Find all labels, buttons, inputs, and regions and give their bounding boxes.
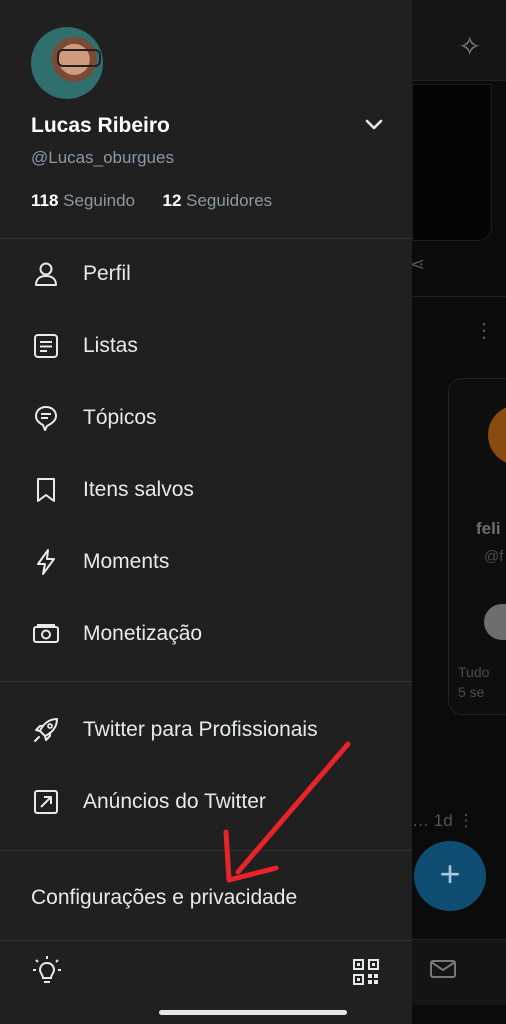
divider bbox=[412, 296, 506, 297]
suggested-handle: @f bbox=[484, 548, 504, 565]
menu-item-label: Perfil bbox=[83, 262, 131, 285]
menu-item-label: Itens salvos bbox=[83, 478, 194, 501]
lightbulb-icon[interactable] bbox=[32, 955, 62, 987]
share-icon: ⋖ bbox=[412, 254, 426, 274]
topics-icon bbox=[35, 406, 57, 431]
menu-item-label: Twitter para Profissionais bbox=[83, 718, 318, 741]
followers-link[interactable]: 12 Seguidores bbox=[162, 191, 272, 210]
menu-item-moments[interactable]: Moments bbox=[0, 534, 412, 590]
menu-item-label: Tópicos bbox=[83, 406, 157, 429]
settings-privacy-link[interactable]: Configurações e privacidade bbox=[31, 886, 297, 910]
menu-item-monetizacao[interactable]: Monetização bbox=[0, 606, 412, 662]
divider bbox=[0, 238, 412, 239]
qr-code-icon[interactable] bbox=[352, 958, 380, 986]
meta-line-1: Tudo bbox=[458, 664, 490, 680]
following-link[interactable]: 118 Seguindo bbox=[31, 191, 135, 210]
bottom-nav bbox=[412, 939, 506, 1005]
followers-count: 12 bbox=[162, 191, 182, 210]
menu-item-anuncios[interactable]: Anúncios do Twitter bbox=[0, 774, 412, 830]
following-count: 118 bbox=[31, 191, 59, 210]
divider bbox=[0, 940, 412, 941]
menu-item-label: Listas bbox=[83, 334, 138, 357]
lightning-icon bbox=[37, 549, 55, 575]
mail-icon bbox=[430, 960, 456, 978]
money-icon bbox=[33, 624, 59, 643]
suggested-meta: Tudo 5 se bbox=[458, 662, 489, 702]
avatar[interactable] bbox=[31, 27, 103, 99]
list-icon bbox=[34, 334, 58, 358]
menu-item-perfil[interactable]: Perfil bbox=[0, 246, 412, 302]
more-icon: ⋮ bbox=[474, 320, 494, 342]
compose-button: + bbox=[414, 841, 486, 911]
suggested-name: feli bbox=[476, 519, 501, 538]
meta-line-2: 5 se bbox=[458, 684, 485, 700]
tweet-time-value: 1d bbox=[433, 811, 453, 830]
chevron-down-icon[interactable] bbox=[364, 118, 384, 132]
menu-item-itens-salvos[interactable]: Itens salvos bbox=[0, 462, 412, 518]
person-icon bbox=[35, 262, 57, 286]
feed-header: ✧ bbox=[412, 0, 506, 81]
divider bbox=[0, 681, 412, 682]
home-indicator bbox=[159, 1010, 347, 1015]
menu-item-label: Moments bbox=[83, 550, 170, 573]
tweet-media bbox=[412, 84, 492, 241]
menu-item-label: Anúncios do Twitter bbox=[83, 790, 266, 813]
profile-name[interactable]: Lucas Ribeiro bbox=[31, 114, 170, 138]
menu-item-listas[interactable]: Listas bbox=[0, 318, 412, 374]
bookmark-icon bbox=[37, 478, 55, 502]
navigation-drawer: Lucas Ribeiro @Lucas_oburgues 118 Seguin… bbox=[0, 0, 412, 1024]
tweet-time: … 1d ⋮ bbox=[412, 811, 475, 830]
menu-item-label: Monetização bbox=[83, 622, 203, 645]
profile-handle: @Lucas_oburgues bbox=[31, 148, 174, 167]
rocket-icon bbox=[34, 718, 58, 742]
divider bbox=[0, 850, 412, 851]
follow-stats: 118 Seguindo 12 Seguidores bbox=[31, 191, 272, 211]
background-feed: ✧ ⋖ ⋮ feli @f Tudo 5 se … 1d ⋮ + bbox=[412, 0, 506, 1024]
followers-label: Seguidores bbox=[186, 191, 273, 210]
menu-item-twitter-profissionais[interactable]: Twitter para Profissionais bbox=[0, 702, 412, 758]
following-label: Seguindo bbox=[63, 191, 136, 210]
sparkle-icon[interactable]: ✧ bbox=[458, 30, 481, 63]
external-arrow-icon bbox=[34, 790, 58, 814]
menu-item-topicos[interactable]: Tópicos bbox=[0, 390, 412, 446]
